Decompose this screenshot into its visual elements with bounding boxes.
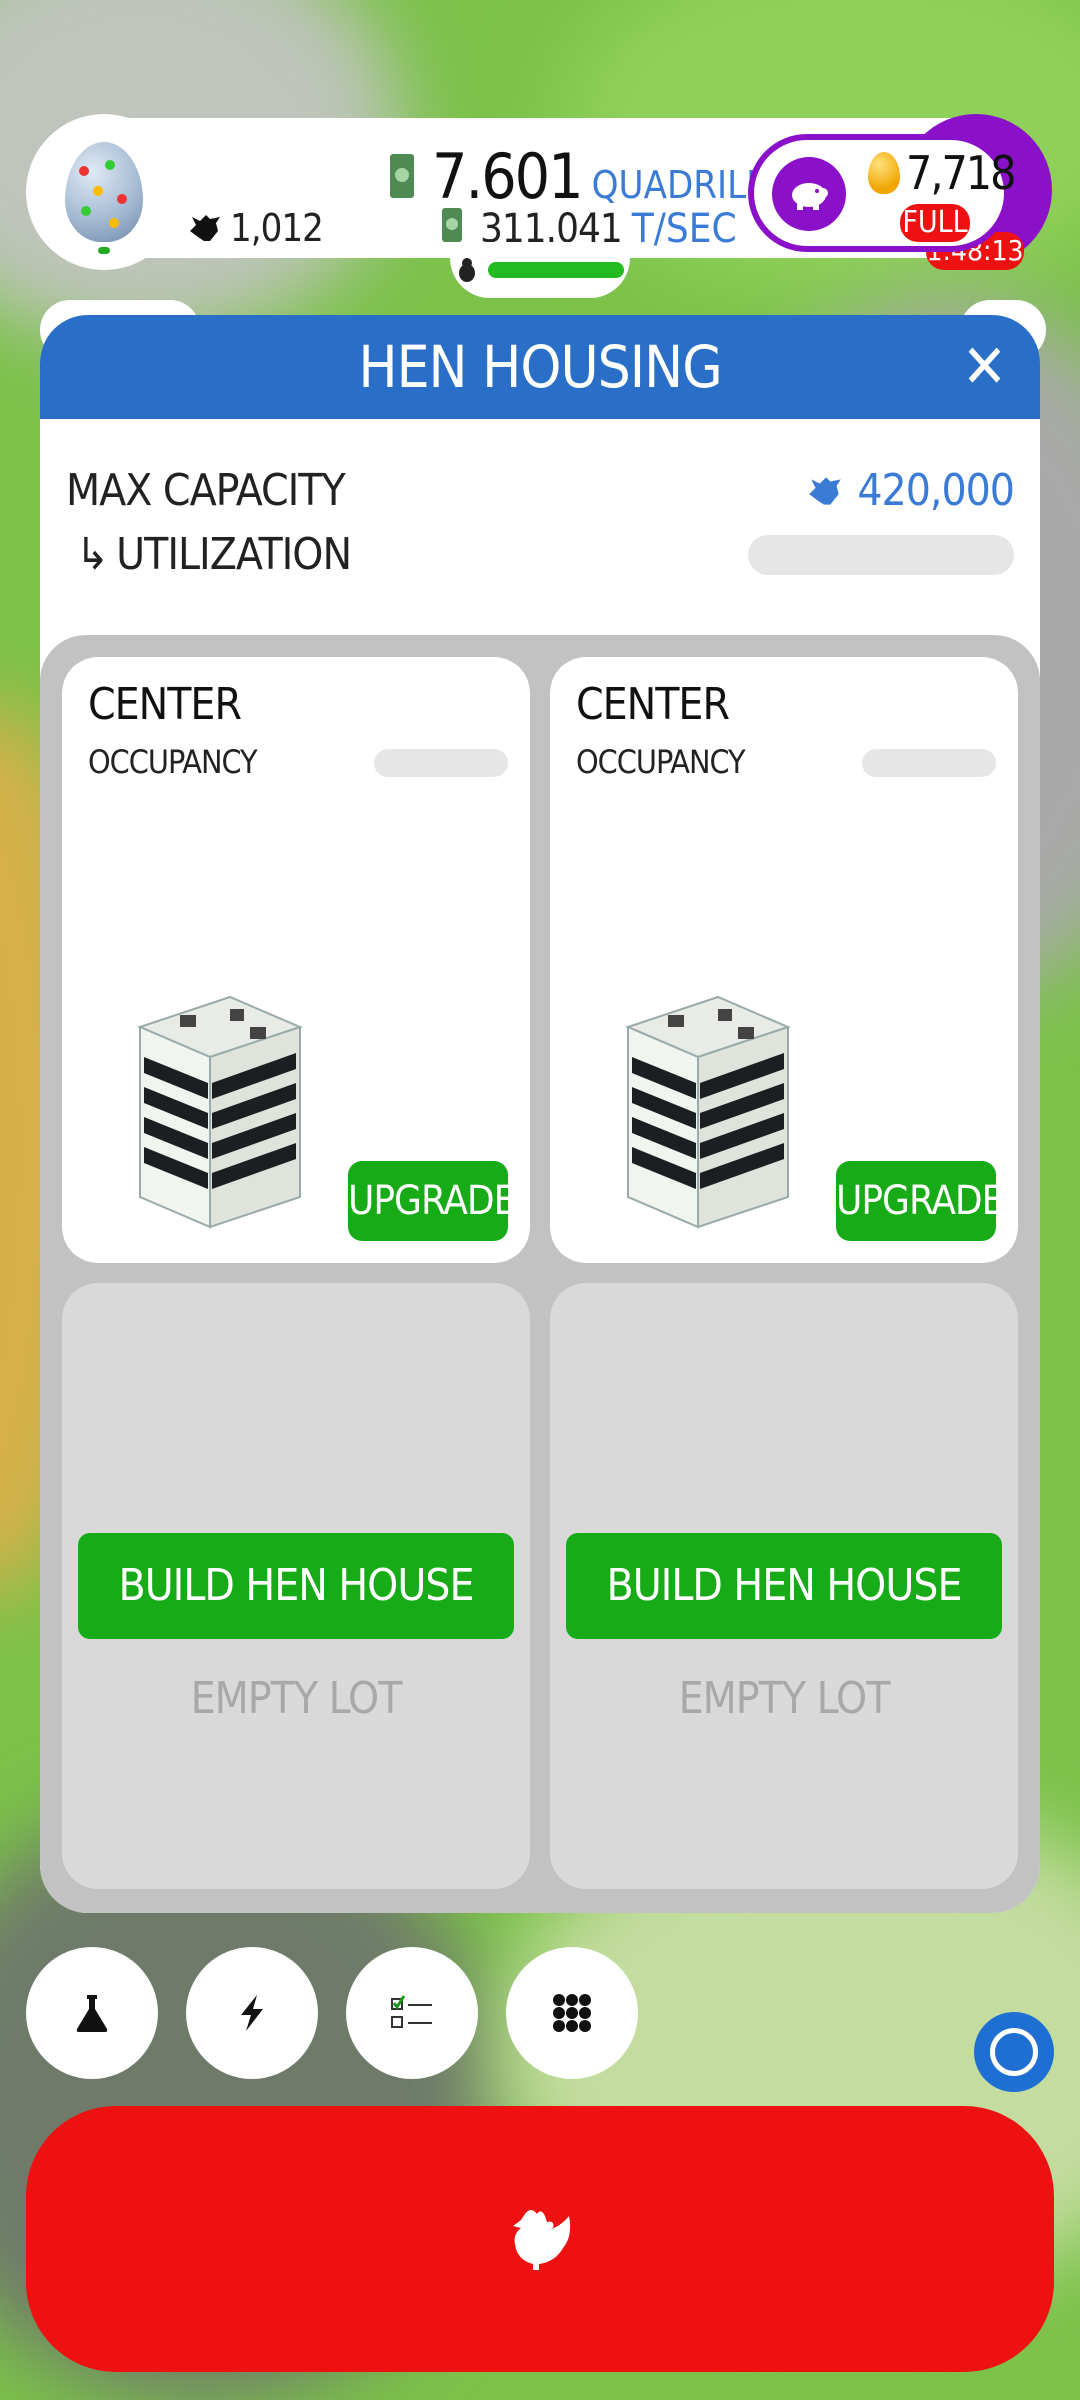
hatch-chicken-button[interactable] [26, 2106, 1054, 2372]
housing-grid: CENTER OCCUPANCY UPGRADE CENTER OCCUPANC… [40, 635, 1040, 1913]
money-value: 7.601 [432, 140, 584, 213]
chicken-icon [809, 476, 842, 505]
silo-full-badge: FULL [900, 204, 970, 242]
egg-icon [65, 142, 143, 242]
missions-button[interactable] [346, 1947, 478, 2079]
chicken-icon [513, 2210, 571, 2270]
hen-count-value: 1,012 [230, 206, 324, 250]
piggy-bank-button[interactable] [772, 157, 846, 231]
rate-unit: T/SEC [631, 206, 737, 252]
close-button[interactable]: ✕ [958, 337, 1010, 397]
empty-lot-label: EMPTY LOT [190, 1673, 403, 1724]
checklist-icon [391, 1995, 432, 2028]
hen-population: 1,012 [186, 206, 324, 250]
sub-arrow-icon: ↳ [76, 529, 109, 580]
upgrade-button[interactable]: UPGRADE [348, 1161, 516, 1241]
capacity-number: 420,000 [857, 465, 1015, 516]
occupancy-bar [862, 749, 996, 777]
max-capacity-label: MAX CAPACITY [66, 465, 346, 516]
flask-icon [76, 1995, 108, 2032]
piggy-bank-icon [792, 183, 828, 210]
modal-header: HEN HOUSING ✕ [40, 315, 1040, 419]
modal-title: HEN HOUSING [358, 333, 722, 401]
golden-egg-icon [868, 152, 900, 194]
progress-bar [488, 262, 624, 278]
occupancy-label: OCCUPANCY [88, 743, 258, 781]
online-indicator [98, 247, 110, 254]
close-icon: ✕ [961, 332, 1007, 402]
golden-egg-count: 7,718 [906, 146, 1016, 200]
chick-icon [459, 258, 475, 282]
chicken-icon [190, 215, 220, 241]
grid-icon [553, 1994, 591, 2032]
build-hen-house-button[interactable]: BUILD HEN HOUSE [566, 1533, 1002, 1639]
cash-icon [390, 154, 414, 198]
house-name: CENTER [576, 679, 730, 730]
boosts-button[interactable] [186, 1947, 318, 2079]
chicken-universe-building-icon [625, 995, 791, 1229]
hen-housing-modal: HEN HOUSING ✕ MAX CAPACITY 420,000 ↳ UTI… [40, 315, 1040, 1913]
utilization-row: ↳ UTILIZATION [76, 529, 352, 580]
drone-progress-tab[interactable] [450, 242, 630, 298]
empty-lot-label: EMPTY LOT [678, 1673, 891, 1724]
house-name: CENTER [88, 679, 242, 730]
upgrade-button[interactable]: UPGRADE [836, 1161, 1004, 1241]
player-egg-avatar[interactable] [26, 114, 182, 270]
lightning-icon [241, 1995, 263, 2031]
menu-button[interactable] [506, 1947, 638, 2079]
max-capacity-value: 420,000 [805, 465, 1015, 516]
empty-lot-card: BUILD HEN HOUSE EMPTY LOT [550, 1283, 1018, 1889]
camera-toggle-button[interactable] [974, 2012, 1054, 2092]
research-button[interactable] [26, 1947, 158, 2079]
empty-lot-card: BUILD HEN HOUSE EMPTY LOT [62, 1283, 530, 1889]
cash-icon [442, 208, 462, 242]
chicken-universe-building-icon [137, 995, 303, 1229]
occupancy-label: OCCUPANCY [576, 743, 746, 781]
occupancy-bar [374, 749, 508, 777]
hen-house-card[interactable]: CENTER OCCUPANCY UPGRADE [62, 657, 530, 1263]
utilization-label: UTILIZATION [116, 529, 352, 580]
build-hen-house-button[interactable]: BUILD HEN HOUSE [78, 1533, 514, 1639]
utilization-bar [748, 535, 1014, 575]
hen-house-card[interactable]: CENTER OCCUPANCY UPGRADE [550, 657, 1018, 1263]
